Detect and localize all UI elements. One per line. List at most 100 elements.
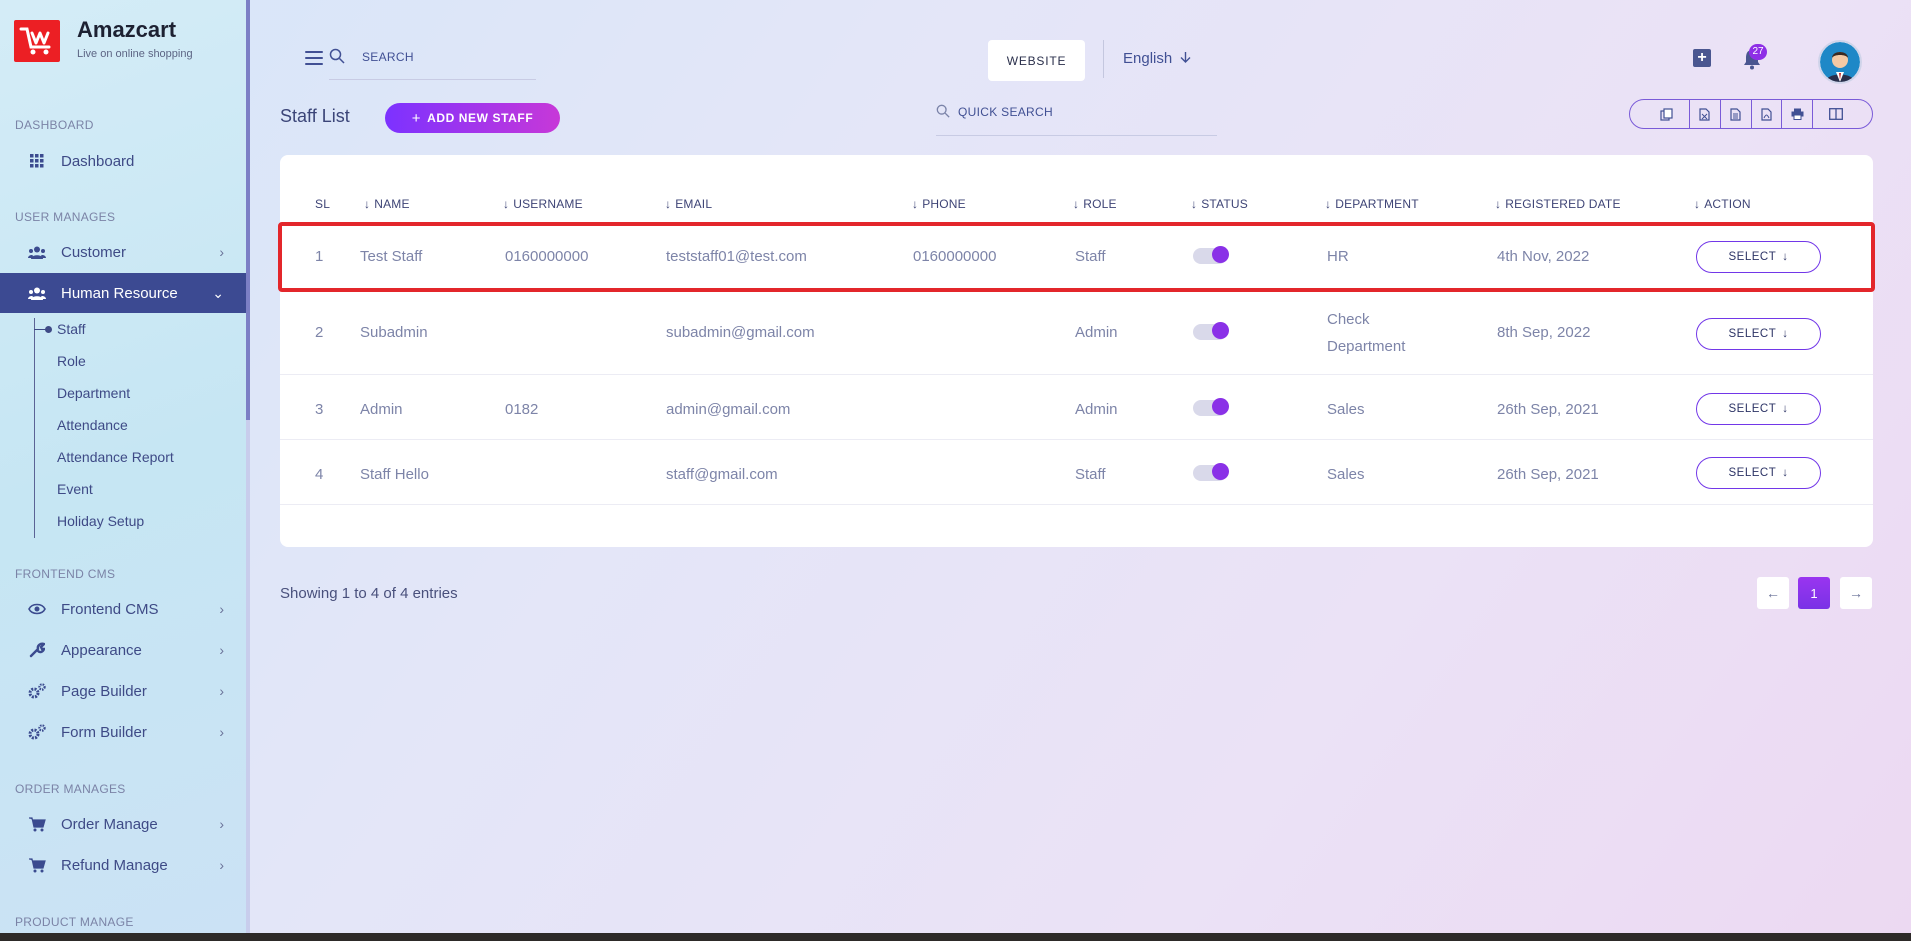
status-toggle[interactable]	[1193, 398, 1229, 416]
section-order-manages: ORDER MANAGES	[15, 782, 126, 796]
select-action-button[interactable]: SELECT ↓	[1696, 457, 1821, 489]
chevron-right-icon: ›	[219, 816, 224, 832]
website-button[interactable]: WEBSITE	[988, 40, 1085, 81]
cell-role: Staff	[1075, 466, 1106, 483]
plus-icon: +	[411, 109, 422, 127]
sidebar-scrollbar-thumb[interactable]	[246, 0, 250, 420]
table-row[interactable]: 1 Test Staff 0160000000 teststaff01@test…	[278, 222, 1875, 292]
chevron-right-icon: ›	[219, 857, 224, 873]
status-toggle[interactable]	[1193, 463, 1229, 481]
sidebar-item-form-builder[interactable]: Form Builder ›	[0, 712, 246, 752]
column-header-name[interactable]: ↓ NAME	[364, 197, 410, 211]
brand-name: Amazcart	[77, 17, 177, 42]
submenu-item-attendance-report[interactable]: Attendance Report	[57, 449, 174, 465]
print-icon[interactable]	[1782, 100, 1814, 128]
menu-toggle-icon[interactable]	[305, 51, 323, 65]
users-icon	[28, 285, 46, 301]
section-user-manages: USER MANAGES	[15, 210, 116, 224]
table-row[interactable]: 4 Staff Hello staff@gmail.com Staff Sale…	[280, 440, 1873, 505]
submenu-line	[34, 318, 35, 538]
users-icon	[28, 244, 46, 260]
columns-icon[interactable]	[1813, 100, 1872, 128]
table-row[interactable]: 2 Subadmin subadmin@gmail.com Admin Chec…	[280, 295, 1873, 375]
sidebar-item-label: Page Builder	[61, 682, 147, 700]
sidebar-item-order-manage[interactable]: Order Manage ›	[0, 804, 246, 844]
status-toggle[interactable]	[1193, 322, 1229, 340]
pdf-icon[interactable]	[1752, 100, 1783, 128]
column-header-role[interactable]: ↓ ROLE	[1073, 197, 1117, 211]
status-toggle[interactable]	[1193, 246, 1229, 264]
select-action-button[interactable]: SELECT ↓	[1696, 393, 1821, 425]
select-action-button[interactable]: SELECT ↓	[1696, 318, 1821, 350]
section-frontend-cms: FRONTEND CMS	[15, 567, 116, 581]
sidebar-item-appearance[interactable]: Appearance ›	[0, 630, 246, 670]
cell-registered-date: 8th Sep, 2022	[1497, 324, 1591, 341]
cell-email: staff@gmail.com	[666, 466, 778, 483]
column-header-action[interactable]: ↓ ACTION	[1694, 197, 1751, 211]
submenu-item-event[interactable]: Event	[57, 481, 93, 497]
submenu-item-staff[interactable]: Staff	[57, 321, 86, 337]
cell-role: Admin	[1075, 401, 1118, 418]
cell-email: teststaff01@test.com	[666, 248, 807, 265]
add-new-staff-button[interactable]: + ADD NEW STAFF	[385, 103, 560, 133]
chevron-right-icon: ›	[219, 601, 224, 617]
sort-arrow-icon: ↓	[1694, 197, 1701, 211]
submenu-item-holiday-setup[interactable]: Holiday Setup	[57, 513, 144, 529]
column-header-email[interactable]: ↓ EMAIL	[665, 197, 712, 211]
column-header-sl[interactable]: SL	[315, 197, 330, 211]
sidebar-item-page-builder[interactable]: Page Builder ›	[0, 671, 246, 711]
language-selector[interactable]: English	[1123, 50, 1191, 67]
sidebar-item-human-resource[interactable]: Human Resource ⌄	[0, 273, 246, 313]
quick-search-input[interactable]	[958, 105, 1208, 119]
cell-sl: 4	[315, 466, 324, 483]
sidebar-item-customer[interactable]: Customer ›	[0, 232, 246, 272]
avatar[interactable]	[1818, 40, 1862, 84]
cell-phone: 0160000000	[913, 248, 997, 265]
sidebar-item-label: Customer	[61, 243, 127, 261]
cell-registered-date: 26th Sep, 2021	[1497, 401, 1599, 418]
eye-icon	[28, 601, 46, 617]
select-action-button[interactable]: SELECT ↓	[1696, 241, 1821, 273]
sidebar-item-dashboard[interactable]: Dashboard	[0, 141, 246, 181]
cell-name: Test Staff	[360, 248, 423, 265]
column-header-status[interactable]: ↓ STATUS	[1191, 197, 1248, 211]
pagination-prev-button[interactable]: ←	[1757, 577, 1789, 609]
csv-icon[interactable]	[1721, 100, 1752, 128]
cell-name: Staff Hello	[360, 466, 429, 483]
arrow-down-icon: ↓	[1782, 403, 1789, 415]
submenu-item-department[interactable]: Department	[57, 385, 130, 401]
copy-icon[interactable]	[1630, 100, 1690, 128]
column-header-registered-date[interactable]: ↓ REGISTERED DATE	[1495, 197, 1621, 211]
sort-arrow-icon: ↓	[912, 197, 919, 211]
table-row[interactable]: 3 Admin 0182 admin@gmail.com Admin Sales…	[280, 375, 1873, 440]
pagination-next-button[interactable]: →	[1840, 577, 1872, 609]
chevron-down-icon: ⌄	[212, 284, 224, 301]
sort-arrow-icon: ↓	[665, 197, 672, 211]
arrow-down-icon: ↓	[1782, 251, 1789, 263]
sort-arrow-icon: ↓	[503, 197, 510, 211]
add-icon[interactable]: +	[1693, 49, 1711, 67]
sidebar-item-frontend-cms[interactable]: Frontend CMS ›	[0, 589, 246, 629]
column-header-username[interactable]: ↓ USERNAME	[503, 197, 583, 211]
cart-logo-icon	[19, 27, 51, 55]
submenu-item-attendance[interactable]: Attendance	[57, 417, 128, 433]
cell-email: subadmin@gmail.com	[666, 324, 815, 341]
search-input[interactable]	[362, 50, 532, 64]
sidebar-item-label: Human Resource	[61, 284, 178, 302]
gears-icon	[28, 683, 46, 699]
column-header-department[interactable]: ↓ DEPARTMENT	[1325, 197, 1419, 211]
gears-icon	[28, 724, 46, 740]
sidebar-item-refund-manage[interactable]: Refund Manage ›	[0, 845, 246, 885]
quick-search	[936, 102, 1217, 136]
excel-icon[interactable]	[1690, 100, 1721, 128]
pagination-page-button[interactable]: 1	[1798, 577, 1830, 609]
submenu-item-role[interactable]: Role	[57, 353, 86, 369]
brand-logo[interactable]	[14, 20, 60, 62]
sidebar-item-label: Frontend CMS	[61, 600, 159, 618]
cell-department-line2: Department	[1327, 338, 1406, 355]
grid-icon	[28, 153, 46, 169]
column-header-phone[interactable]: ↓ PHONE	[912, 197, 966, 211]
cell-department: Sales	[1327, 401, 1365, 418]
arrow-right-icon: →	[1849, 585, 1863, 601]
sidebar-scrollbar[interactable]	[246, 0, 250, 941]
